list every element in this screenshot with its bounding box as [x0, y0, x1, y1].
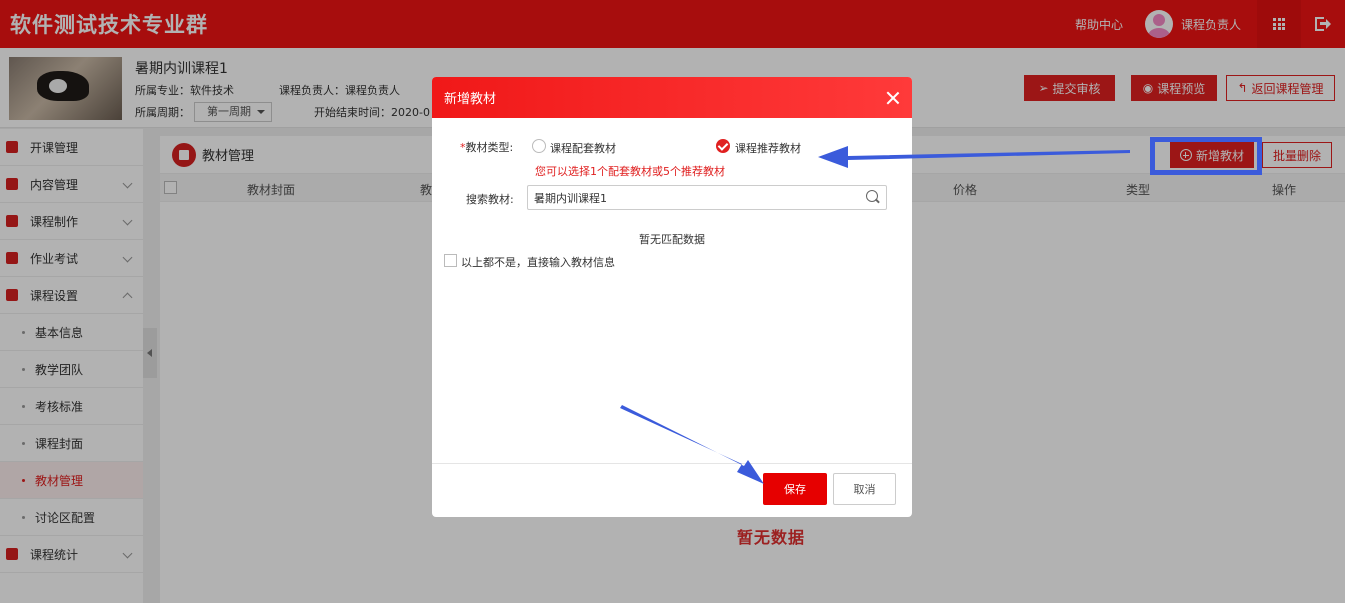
save-button[interactable]: 保存 [763, 473, 827, 505]
selection-hint: 您可以选择1个配套教材或5个推荐教材 [535, 165, 725, 178]
manual-entry-checkbox[interactable] [444, 254, 457, 267]
textbook-type-label: *教材类型: [460, 141, 514, 154]
manual-entry-label[interactable]: 以上都不是，直接输入教材信息 [461, 254, 615, 270]
search-icon[interactable] [866, 190, 880, 204]
radio-supporting-textbook[interactable] [532, 139, 546, 153]
dialog-title: 新增教材 [444, 92, 497, 107]
radio-recommended-label[interactable]: 课程推荐教材 [735, 140, 801, 156]
add-textbook-dialog: 新增教材 *教材类型: 课程配套教材 课程推荐教材 您可以选择1个配套教材或5个… [432, 77, 912, 517]
close-icon[interactable] [886, 91, 900, 105]
search-textbook-label: 搜索教材: [466, 193, 514, 206]
radio-recommended-textbook[interactable] [716, 139, 730, 153]
cancel-button[interactable]: 取消 [833, 473, 896, 505]
dialog-header: 新增教材 [432, 77, 912, 118]
annotation-highlight-box [1150, 137, 1262, 175]
radio-supporting-label[interactable]: 课程配套教材 [550, 140, 616, 156]
no-match-text: 暂无匹配数据 [639, 233, 705, 246]
search-textbook-field[interactable] [527, 185, 887, 210]
dialog-footer-divider [432, 463, 912, 464]
search-input[interactable] [528, 186, 848, 209]
